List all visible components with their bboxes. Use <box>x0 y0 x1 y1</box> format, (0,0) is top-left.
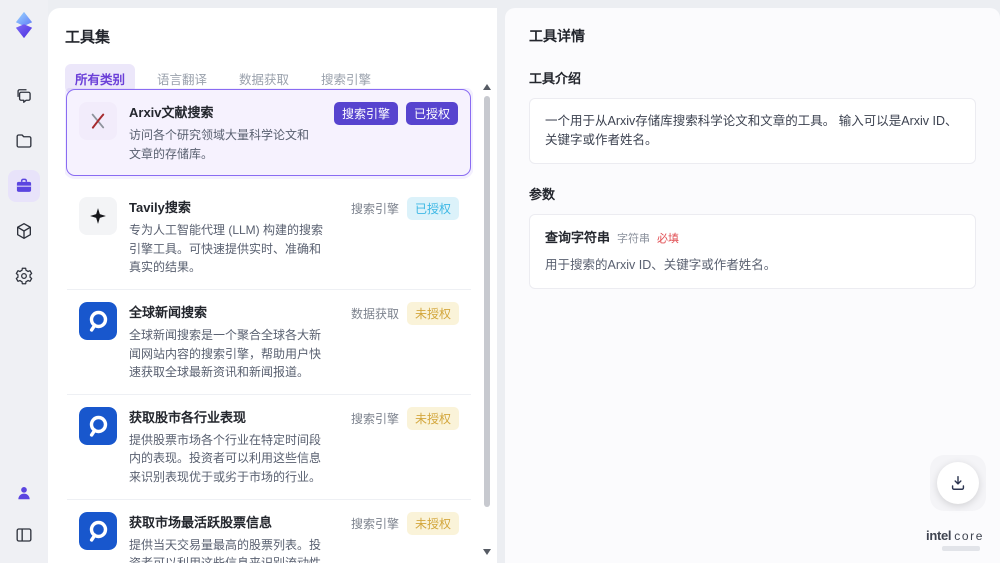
package-icon[interactable] <box>8 215 40 247</box>
tool-description: 提供股票市场各个行业在特定时间段内的表现。投资者可以利用这些信息来识别表现优于或… <box>129 432 322 484</box>
download-fab-container <box>930 455 986 511</box>
intro-card: 一个用于从Arxiv存储库搜索科学论文和文章的工具。 输入可以是Arxiv ID… <box>529 98 976 164</box>
list-scrollbar[interactable] <box>482 84 492 555</box>
auth-status-badge: 未授权 <box>406 301 459 325</box>
blue-q-logo-icon <box>79 406 117 445</box>
intel-wordmark: intel <box>926 528 952 543</box>
category-tag: 数据获取 <box>350 306 399 321</box>
tool-title: 获取股市各行业表现 <box>129 409 247 425</box>
folder-icon[interactable] <box>8 125 40 157</box>
tool-card[interactable]: 获取股市各行业表现 提供股票市场各个行业在特定时间段内的表现。投资者可以利用这些… <box>67 394 471 500</box>
app-logo-icon <box>9 10 39 40</box>
main-area: 工具集 所有类别 语言翻译 数据获取 搜索引擎 Arxiv文献搜索 访问各个研究领域大… <box>48 0 1000 563</box>
tool-card[interactable]: Arxiv文献搜索 访问各个研究领域大量科学论文和文章的存储库。 搜索引擎 已授权 <box>66 89 471 177</box>
auth-status-badge: 已授权 <box>405 102 458 125</box>
tool-tags: 搜索引擎 已授权 <box>333 102 458 125</box>
core-wordmark: core <box>954 529 984 543</box>
toolbox-icon[interactable] <box>8 170 40 202</box>
arxiv-x-icon <box>79 102 117 140</box>
tool-title: 全球新闻搜索 <box>129 304 208 320</box>
category-tag: 搜索引擎 <box>333 102 398 125</box>
tool-tags: 数据获取 未授权 <box>350 301 459 325</box>
auth-status-badge: 未授权 <box>406 511 459 535</box>
tool-tags: 搜索引擎 已授权 <box>350 197 459 221</box>
chip-sub-badge <box>942 546 980 551</box>
tool-list-pane: 工具集 所有类别 语言翻译 数据获取 搜索引擎 Arxiv文献搜索 访问各个研究领域大… <box>48 8 497 563</box>
tool-description: 访问各个研究领域大量科学论文和文章的存储库。 <box>129 128 310 161</box>
sparkle-star-icon <box>79 197 117 236</box>
tool-list: Arxiv文献搜索 访问各个研究领域大量科学论文和文章的存储库。 搜索引擎 已授权… <box>65 89 473 563</box>
tool-title: Arxiv文献搜索 <box>129 105 214 120</box>
download-icon <box>951 476 965 490</box>
chat-icon[interactable] <box>8 80 40 112</box>
tool-tags: 搜索引擎 未授权 <box>350 511 459 535</box>
scrollbar-thumb[interactable] <box>484 96 490 507</box>
app-window: 工具集 所有类别 语言翻译 数据获取 搜索引擎 Arxiv文献搜索 访问各个研究领域大… <box>0 0 1000 563</box>
param-required-badge: 必填 <box>657 232 680 245</box>
tool-description: 全球新闻搜索是一个聚合全球各大新闻网站内容的搜索引擎，帮助用户快速获取全球最新资… <box>129 327 322 380</box>
scroll-up-arrow-icon[interactable] <box>483 84 491 90</box>
param-name: 查询字符串 <box>545 229 611 245</box>
param-card: 查询字符串 字符串 必填 用于搜索的Arxiv ID、关键字或作者姓名。 <box>529 213 976 289</box>
param-header: 查询字符串 字符串 必填 <box>545 228 960 248</box>
rail-nav <box>8 80 40 292</box>
tool-title: 获取市场最活跃股票信息 <box>129 514 273 530</box>
tool-title: Tavily搜索 <box>129 200 191 216</box>
tool-detail-pane: 工具详情 工具介绍 一个用于从Arxiv存储库搜索科学论文和文章的工具。 输入可… <box>505 8 1000 563</box>
auth-status-badge: 已授权 <box>406 197 459 221</box>
param-description: 用于搜索的Arxiv ID、关键字或作者姓名。 <box>545 258 777 272</box>
tool-card[interactable]: Tavily搜索 专为人工智能代理 (LLM) 构建的搜索引擎工具。可快速提供实… <box>67 185 471 290</box>
scroll-down-arrow-icon[interactable] <box>483 549 491 555</box>
intro-heading: 工具介绍 <box>529 71 582 86</box>
tool-description: 专为人工智能代理 (LLM) 构建的搜索引擎工具。可快速提供实时、准确和真实的结… <box>129 223 324 275</box>
auth-status-badge: 未授权 <box>406 406 459 430</box>
param-type: 字符串 <box>617 232 651 245</box>
left-rail <box>0 0 48 563</box>
tool-card[interactable]: 全球新闻搜索 全球新闻搜索是一个聚合全球各大新闻网站内容的搜索引擎，帮助用户快速… <box>67 289 471 395</box>
detail-title: 工具详情 <box>529 28 585 44</box>
user-icon[interactable] <box>8 477 40 509</box>
rail-bottom <box>8 477 40 551</box>
tool-tags: 搜索引擎 未授权 <box>350 406 459 430</box>
category-tag: 搜索引擎 <box>350 516 399 531</box>
blue-q-logo-icon <box>79 301 117 340</box>
panel-toggle-icon[interactable] <box>8 519 40 551</box>
category-tag: 搜索引擎 <box>350 202 399 217</box>
params-heading: 参数 <box>529 186 556 202</box>
category-tag: 搜索引擎 <box>350 411 399 426</box>
download-button[interactable] <box>937 462 979 504</box>
page-title: 工具集 <box>65 29 111 46</box>
intel-core-logo: intel core <box>926 528 984 551</box>
settings-gear-icon[interactable] <box>8 260 40 292</box>
tool-description: 提供当天交易量最高的股票列表。投资者可以利用这些信息来识别流动性强的股票和潜在的… <box>129 537 322 563</box>
tool-card[interactable]: 获取市场最活跃股票信息 提供当天交易量最高的股票列表。投资者可以利用这些信息来识… <box>67 499 471 563</box>
blue-q-logo-icon <box>79 511 117 550</box>
tool-list-scroll-area: Arxiv文献搜索 访问各个研究领域大量科学论文和文章的存储库。 搜索引擎 已授权… <box>65 88 473 563</box>
